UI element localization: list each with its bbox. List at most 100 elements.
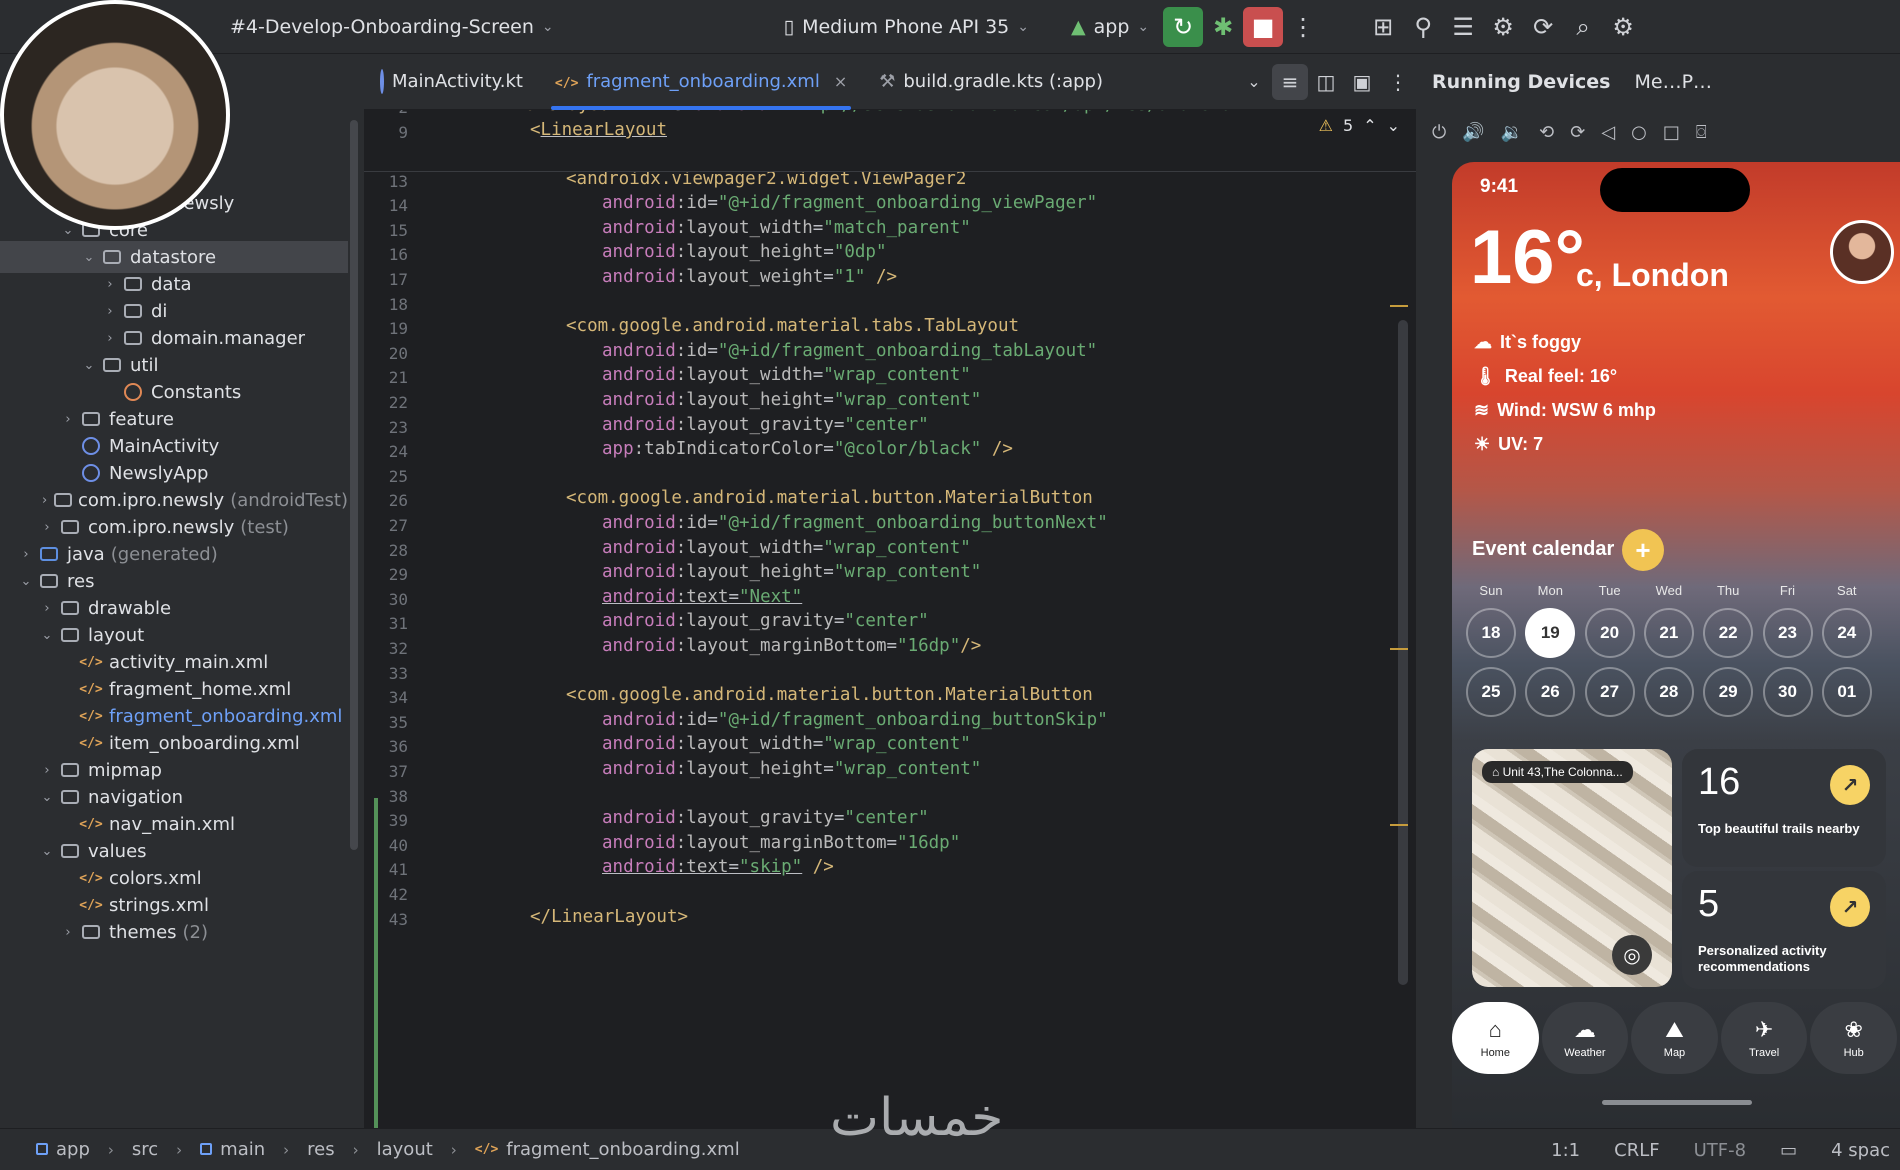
tree-item[interactable]: › themes (2): [0, 916, 348, 948]
info-card[interactable]: 16 ↗ Top beautiful trails nearby: [1682, 749, 1886, 867]
run-config-selector[interactable]: ▲ app ⌄: [1071, 16, 1149, 38]
editor-scrollbar[interactable]: [1398, 320, 1408, 985]
nav-travel[interactable]: ✈ Travel: [1720, 1002, 1808, 1074]
chevron-down-icon[interactable]: ⌄: [36, 844, 58, 859]
layout-inspector-icon[interactable]: ☰: [1443, 7, 1483, 47]
calendar-day[interactable]: 24: [1821, 608, 1872, 658]
calendar-day[interactable]: 30: [1762, 667, 1813, 717]
home-icon[interactable]: ○: [1631, 122, 1647, 143]
calendar-day[interactable]: 23: [1762, 608, 1813, 658]
chevron-up-icon[interactable]: ⌃: [1363, 116, 1376, 135]
nav-home[interactable]: ⌂ Home: [1452, 1002, 1539, 1074]
editor-tab[interactable]: </> fragment_onboarding.xml ×: [539, 54, 863, 110]
indent-setting[interactable]: 4 spac: [1831, 1140, 1890, 1161]
more-icon[interactable]: ⋮: [1283, 7, 1323, 47]
chevron-right-icon[interactable]: ›: [36, 601, 58, 616]
file-encoding[interactable]: UTF-8: [1694, 1140, 1746, 1161]
calendar-day[interactable]: 25: [1466, 667, 1516, 717]
phone-screen[interactable]: 9:41 16° c, London ☁ It`s foggy 🌡 Real feel…: [1452, 162, 1900, 1128]
locate-icon[interactable]: ◎: [1612, 935, 1652, 975]
breadcrumb-item[interactable]: app: [56, 1139, 90, 1160]
code-token: =: [823, 439, 834, 460]
code-view-icon[interactable]: ≡: [1272, 63, 1308, 100]
split-view-icon[interactable]: ◫: [1308, 64, 1344, 100]
tree-item-label: navigation: [88, 786, 184, 808]
device-tab[interactable]: Me…P…: [1634, 71, 1712, 93]
arrow-up-right-icon[interactable]: ↗: [1830, 765, 1870, 805]
chevron-right-icon[interactable]: ›: [36, 520, 58, 535]
calendar-day[interactable]: 28: [1643, 667, 1694, 717]
calendar-day[interactable]: 21: [1643, 608, 1694, 658]
breadcrumb-item[interactable]: main: [220, 1139, 265, 1160]
screenshot-icon[interactable]: ⌼: [1696, 122, 1707, 143]
profile-avatar[interactable]: [1830, 220, 1894, 284]
calendar-day[interactable]: 22: [1703, 608, 1754, 658]
chevron-right-icon[interactable]: ›: [57, 925, 79, 940]
chevron-down-icon[interactable]: ⌄: [1236, 64, 1272, 100]
breadcrumb-item[interactable]: layout: [377, 1139, 433, 1160]
calendar-day[interactable]: 20: [1584, 608, 1635, 658]
warnings-indicator[interactable]: ⚠ 5 ⌃ ⌄: [1319, 116, 1400, 135]
code-editor[interactable]: 1213141516171819202122232425262728293031…: [364, 110, 1416, 1128]
overview-icon[interactable]: □: [1663, 122, 1680, 143]
branch-selector[interactable]: #4-Develop-Onboarding-Screen ⌄: [230, 16, 554, 38]
chevron-right-icon[interactable]: ›: [36, 763, 58, 778]
breadcrumb-item[interactable]: src: [132, 1139, 158, 1160]
settings-icon[interactable]: ⚙: [1603, 7, 1643, 47]
plugin-icon[interactable]: ⚙: [1483, 7, 1523, 47]
profiler-icon[interactable]: ⚲: [1403, 7, 1443, 47]
power-icon[interactable]: ⏻: [1432, 122, 1446, 143]
chevron-down-icon[interactable]: ⌄: [36, 628, 58, 643]
calendar-day[interactable]: 19: [1525, 608, 1576, 658]
map-card[interactable]: ⌂ Unit 43,The Colonna... ◎: [1472, 749, 1672, 987]
nav-hub[interactable]: ❀ Hub: [1810, 1002, 1897, 1074]
calendar-day[interactable]: 27: [1584, 667, 1635, 717]
breadcrumb-item[interactable]: res: [307, 1139, 334, 1160]
nav-map[interactable]: ⛰ Map: [1631, 1002, 1718, 1074]
rotate-right-icon[interactable]: ⟳: [1570, 122, 1585, 143]
breadcrumb-item[interactable]: fragment_onboarding.xml: [506, 1139, 739, 1160]
sync-icon[interactable]: ⟳: [1523, 7, 1563, 47]
chevron-down-icon[interactable]: ⌄: [78, 250, 100, 265]
calendar-day[interactable]: 29: [1703, 667, 1754, 717]
editor-tab[interactable]: ⚒ build.gradle.kts (:app): [863, 54, 1119, 110]
branch-name: #4-Develop-Onboarding-Screen: [230, 15, 534, 38]
project-scrollbar[interactable]: [350, 120, 358, 850]
debug-icon[interactable]: ✱: [1203, 7, 1243, 47]
chevron-right-icon[interactable]: ›: [99, 277, 121, 292]
line-separator[interactable]: CRLF: [1614, 1140, 1659, 1161]
add-event-button[interactable]: +: [1622, 529, 1664, 571]
arrow-up-right-icon[interactable]: ↗: [1830, 887, 1870, 927]
chevron-down-icon[interactable]: ⌄: [78, 358, 100, 373]
search-icon[interactable]: ⌕: [1563, 7, 1603, 47]
volume-down-icon[interactable]: 🔉: [1501, 122, 1523, 143]
device-manager-icon[interactable]: ⊞: [1363, 7, 1403, 47]
chevron-right-icon[interactable]: ›: [99, 331, 121, 346]
stop-icon[interactable]: ■: [1243, 6, 1284, 47]
rotate-left-icon[interactable]: ⟲: [1539, 122, 1554, 143]
chevron-down-icon[interactable]: ⌄: [15, 574, 37, 589]
volume-up-icon[interactable]: 🔊: [1462, 122, 1484, 143]
more-icon[interactable]: ⋮: [1380, 64, 1416, 100]
tree-item-label: domain.manager: [151, 327, 306, 349]
editor-tab[interactable]: MainActivity.kt: [364, 54, 539, 110]
apply-changes-icon[interactable]: ↻: [1163, 6, 1204, 47]
calendar-day[interactable]: 26: [1525, 667, 1576, 717]
chevron-down-icon[interactable]: ⌄: [57, 223, 79, 238]
nav-weather[interactable]: ☁ Weather: [1541, 1002, 1629, 1074]
device-selector[interactable]: ▯ Medium Phone API 35 ⌄: [784, 16, 1029, 38]
close-icon[interactable]: ×: [834, 72, 847, 91]
chevron-down-icon[interactable]: ⌄: [36, 790, 58, 805]
calendar-day[interactable]: 18: [1466, 608, 1516, 658]
chevron-right-icon[interactable]: ›: [99, 304, 121, 319]
design-view-icon[interactable]: ▣: [1344, 64, 1380, 100]
readonly-icon[interactable]: ▭: [1780, 1140, 1797, 1161]
info-card[interactable]: 5 ↗ Personalized activity recommendations: [1682, 871, 1886, 989]
calendar-day[interactable]: 01: [1821, 667, 1872, 717]
chevron-right-icon[interactable]: ›: [57, 412, 79, 427]
caret-position[interactable]: 1:1: [1551, 1140, 1580, 1161]
chevron-right-icon[interactable]: ›: [15, 547, 37, 562]
chevron-right-icon[interactable]: ›: [36, 493, 53, 508]
back-icon[interactable]: ◁: [1601, 122, 1615, 143]
chevron-down-icon[interactable]: ⌄: [1387, 116, 1400, 135]
